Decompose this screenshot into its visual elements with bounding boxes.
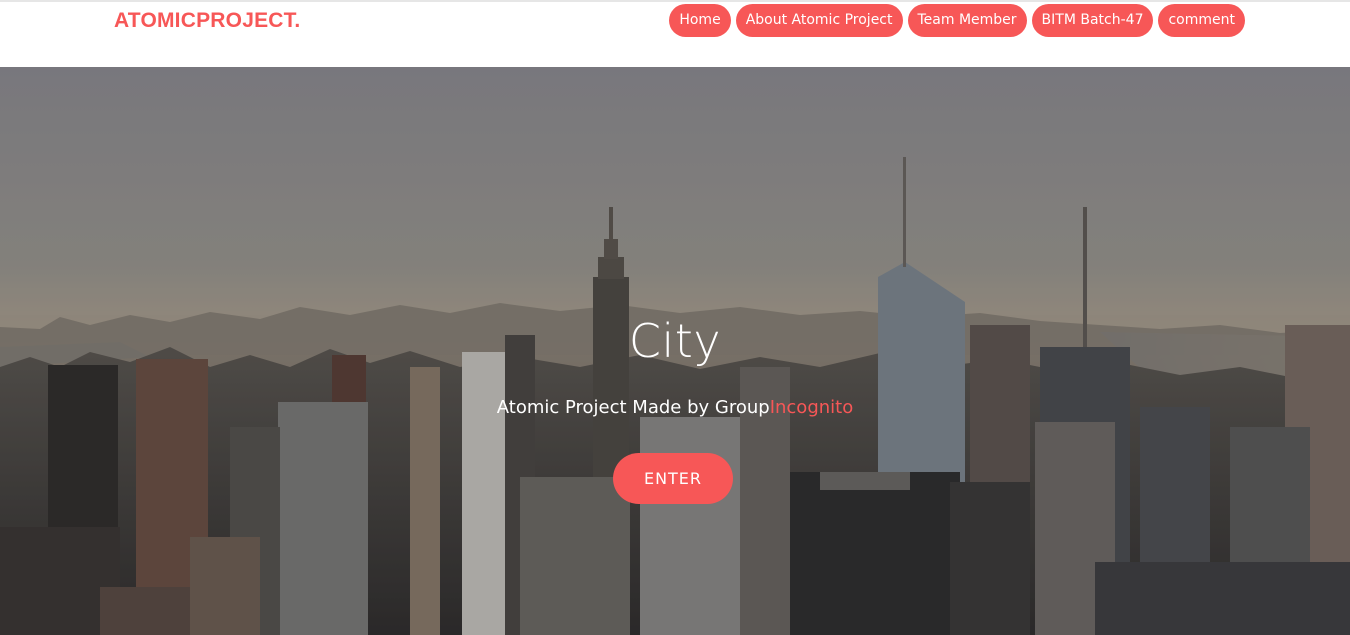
navbar: ATOMICPROJECT. Home About Atomic Project… — [0, 2, 1350, 67]
main-nav: Home About Atomic Project Team Member BI… — [669, 4, 1245, 37]
hero-subtitle-main: Atomic Project Made by Group — [496, 397, 770, 418]
nav-item-home[interactable]: Home — [669, 4, 731, 37]
nav-item-about[interactable]: About Atomic Project — [735, 4, 903, 37]
nav-item-team[interactable]: Team Member — [907, 4, 1027, 37]
nav-item-comment[interactable]: comment — [1158, 4, 1245, 37]
hero-subtitle: Atomic Project Made by GroupIncognito — [0, 397, 1350, 418]
brand-logo[interactable]: ATOMICPROJECT. — [114, 9, 300, 33]
hero-section: City Atomic Project Made by GroupIncogni… — [0, 67, 1350, 635]
hero-title: City — [628, 314, 722, 368]
hero-subtitle-accent: Incognito — [769, 397, 854, 418]
enter-button[interactable]: ENTER — [613, 453, 733, 504]
nav-item-batch[interactable]: BITM Batch-47 — [1031, 4, 1154, 37]
